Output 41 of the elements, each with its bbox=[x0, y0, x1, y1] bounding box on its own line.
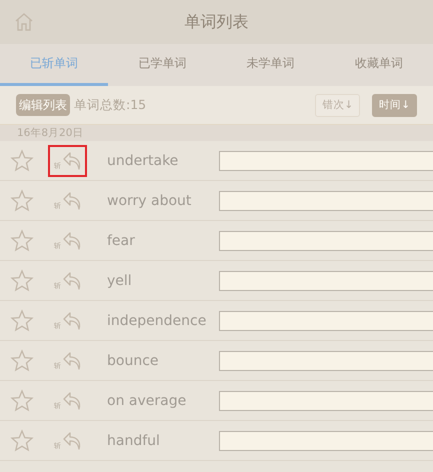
undo-arrow-icon bbox=[61, 390, 83, 412]
tab[interactable]: 收藏单词 bbox=[324, 44, 433, 86]
edit-list-button[interactable]: 编辑列表 bbox=[16, 94, 70, 116]
undo-arrow-icon bbox=[61, 190, 83, 212]
star-icon[interactable] bbox=[10, 348, 34, 372]
answer-field[interactable] bbox=[219, 190, 433, 210]
star-icon[interactable] bbox=[10, 388, 34, 412]
word-text: handful bbox=[107, 432, 161, 448]
undo-arrow-icon bbox=[61, 350, 83, 372]
word-text: on average bbox=[107, 392, 188, 408]
star-icon[interactable] bbox=[10, 228, 34, 252]
tab[interactable]: 已学单词 bbox=[108, 44, 216, 86]
answer-field[interactable] bbox=[219, 230, 433, 250]
star-icon[interactable] bbox=[10, 188, 34, 212]
screen-title: 单词列表 bbox=[184, 12, 250, 32]
word-text: independence bbox=[107, 312, 208, 328]
word-text: bounce bbox=[107, 352, 160, 368]
sort-button[interactable]: 时间↓ bbox=[372, 94, 417, 116]
word-text: fear bbox=[107, 232, 136, 248]
home-icon[interactable] bbox=[13, 11, 35, 33]
word-text: yell bbox=[107, 272, 133, 288]
answer-field[interactable] bbox=[219, 430, 433, 450]
answer-field[interactable] bbox=[219, 390, 433, 410]
answer-field[interactable] bbox=[219, 270, 433, 290]
word-count: 单词总数:15 bbox=[74, 96, 146, 114]
tab[interactable]: 未学单词 bbox=[216, 44, 325, 86]
word-text: worry about bbox=[107, 192, 192, 208]
star-icon[interactable] bbox=[10, 268, 34, 292]
undo-arrow-icon bbox=[61, 270, 83, 292]
undo-arrow-icon bbox=[61, 230, 83, 252]
undo-arrow-icon bbox=[61, 150, 83, 172]
answer-field[interactable] bbox=[219, 310, 433, 330]
star-icon[interactable] bbox=[10, 308, 34, 332]
sort-button[interactable]: 错次↓ bbox=[315, 94, 360, 116]
word-text: undertake bbox=[107, 152, 180, 168]
answer-field[interactable] bbox=[219, 150, 433, 170]
star-icon[interactable] bbox=[10, 428, 34, 452]
star-icon[interactable] bbox=[10, 148, 34, 172]
answer-field[interactable] bbox=[219, 350, 433, 370]
undo-arrow-icon bbox=[61, 310, 83, 332]
undo-arrow-icon bbox=[61, 430, 83, 452]
